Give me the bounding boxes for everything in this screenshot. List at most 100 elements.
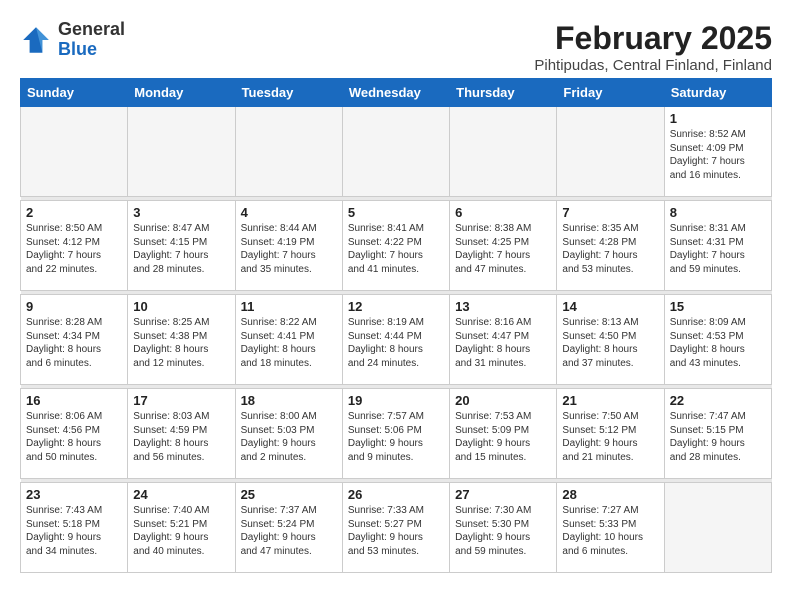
calendar-day: 3Sunrise: 8:47 AM Sunset: 4:15 PM Daylig… — [128, 201, 235, 291]
day-info: Sunrise: 7:50 AM Sunset: 5:12 PM Dayligh… — [562, 410, 658, 464]
calendar-day: 14 Sunrise: 8:13 AM Sunset: 4:50 PM Dayli… — [557, 295, 664, 385]
calendar-day: 4 Sunrise: 8:44 AM Sunset: 4:19 PM Daylig… — [235, 201, 342, 291]
day-number: 26 — [348, 487, 444, 502]
day-info: Sunrise: 8:16 AM Sunset: 4:47 PM Dayligh… — [455, 316, 551, 370]
calendar-day — [342, 107, 449, 197]
calendar-day: 26 Sunrise: 7:33 AM Sunset: 5:27 PM Dayli… — [342, 483, 449, 573]
calendar-header-saturday: Saturday — [664, 79, 771, 107]
day-info: Sunrise: 8:31 AM Sunset: 4:31 PM Dayligh… — [670, 222, 766, 276]
day-number: 19 — [348, 393, 444, 408]
day-number: 21 — [562, 393, 658, 408]
calendar-header-monday: Monday — [128, 79, 235, 107]
logo-text: General Blue — [58, 20, 125, 60]
day-number: 18 — [241, 393, 337, 408]
calendar-week-1: 1 Sunrise: 8:52 AM Sunset: 4:09 PM Daylig… — [21, 107, 772, 197]
day-number: 10 — [133, 299, 229, 314]
calendar-day: 13 Sunrise: 8:16 AM Sunset: 4:47 PM Dayli… — [450, 295, 557, 385]
calendar-day: 25 Sunrise: 7:37 AM Sunset: 5:24 PM Dayli… — [235, 483, 342, 573]
calendar-header-friday: Friday — [557, 79, 664, 107]
day-number: 24 — [133, 487, 229, 502]
calendar-day: 17 Sunrise: 8:03 AM Sunset: 4:59 PM Dayli… — [128, 389, 235, 479]
calendar-day: 21 Sunrise: 7:50 AM Sunset: 5:12 PM Dayli… — [557, 389, 664, 479]
calendar-day: 19 Sunrise: 7:57 AM Sunset: 5:06 PM Dayli… — [342, 389, 449, 479]
day-info: Sunrise: 7:57 AM Sunset: 5:06 PM Dayligh… — [348, 410, 444, 464]
calendar-day: 24 Sunrise: 7:40 AM Sunset: 5:21 PM Dayli… — [128, 483, 235, 573]
day-info: Sunrise: 7:30 AM Sunset: 5:30 PM Dayligh… — [455, 504, 551, 558]
day-info: Sunrise: 8:06 AM Sunset: 4:56 PM Dayligh… — [26, 410, 122, 464]
calendar-day — [557, 107, 664, 197]
calendar-day — [235, 107, 342, 197]
day-number: 11 — [241, 299, 337, 314]
day-number: 28 — [562, 487, 658, 502]
day-info: Sunrise: 8:09 AM Sunset: 4:53 PM Dayligh… — [670, 316, 766, 370]
day-info: Sunrise: 7:47 AM Sunset: 5:15 PM Dayligh… — [670, 410, 766, 464]
calendar-week-3: 9 Sunrise: 8:28 AM Sunset: 4:34 PM Daylig… — [21, 295, 772, 385]
calendar-day: 18 Sunrise: 8:00 AM Sunset: 5:03 PM Dayli… — [235, 389, 342, 479]
day-number: 25 — [241, 487, 337, 502]
day-number: 5 — [348, 205, 444, 220]
calendar: SundayMondayTuesdayWednesdayThursdayFrid… — [20, 78, 772, 573]
calendar-day — [128, 107, 235, 197]
day-number: 27 — [455, 487, 551, 502]
main-title: February 2025 — [534, 20, 772, 57]
day-number: 2 — [26, 205, 122, 220]
day-info: Sunrise: 8:19 AM Sunset: 4:44 PM Dayligh… — [348, 316, 444, 370]
calendar-day: 5Sunrise: 8:41 AM Sunset: 4:22 PM Daylig… — [342, 201, 449, 291]
calendar-day: 11Sunrise: 8:22 AM Sunset: 4:41 PM Dayli… — [235, 295, 342, 385]
header: General Blue February 2025 Pihtipudas, C… — [20, 20, 772, 74]
day-number: 12 — [348, 299, 444, 314]
day-number: 20 — [455, 393, 551, 408]
day-number: 16 — [26, 393, 122, 408]
calendar-day: 22 Sunrise: 7:47 AM Sunset: 5:15 PM Dayli… — [664, 389, 771, 479]
day-number: 7 — [562, 205, 658, 220]
day-info: Sunrise: 8:03 AM Sunset: 4:59 PM Dayligh… — [133, 410, 229, 464]
day-info: Sunrise: 7:43 AM Sunset: 5:18 PM Dayligh… — [26, 504, 122, 558]
day-info: Sunrise: 8:52 AM Sunset: 4:09 PM Dayligh… — [670, 128, 766, 182]
day-number: 22 — [670, 393, 766, 408]
day-info: Sunrise: 8:50 AM Sunset: 4:12 PM Dayligh… — [26, 222, 122, 276]
day-info: Sunrise: 7:40 AM Sunset: 5:21 PM Dayligh… — [133, 504, 229, 558]
day-info: Sunrise: 8:28 AM Sunset: 4:34 PM Dayligh… — [26, 316, 122, 370]
day-info: Sunrise: 8:13 AM Sunset: 4:50 PM Dayligh… — [562, 316, 658, 370]
calendar-day: 28Sunrise: 7:27 AM Sunset: 5:33 PM Dayli… — [557, 483, 664, 573]
calendar-header-row: SundayMondayTuesdayWednesdayThursdayFrid… — [21, 79, 772, 107]
calendar-day: 1 Sunrise: 8:52 AM Sunset: 4:09 PM Daylig… — [664, 107, 771, 197]
day-number: 15 — [670, 299, 766, 314]
day-number: 14 — [562, 299, 658, 314]
calendar-day: 2 Sunrise: 8:50 AM Sunset: 4:12 PM Daylig… — [21, 201, 128, 291]
calendar-week-2: 2 Sunrise: 8:50 AM Sunset: 4:12 PM Daylig… — [21, 201, 772, 291]
calendar-day: 16 Sunrise: 8:06 AM Sunset: 4:56 PM Dayli… — [21, 389, 128, 479]
logo: General Blue — [20, 20, 125, 60]
calendar-header-thursday: Thursday — [450, 79, 557, 107]
calendar-header-sunday: Sunday — [21, 79, 128, 107]
calendar-week-5: 23 Sunrise: 7:43 AM Sunset: 5:18 PM Dayli… — [21, 483, 772, 573]
day-number: 17 — [133, 393, 229, 408]
calendar-header-tuesday: Tuesday — [235, 79, 342, 107]
calendar-day: 8 Sunrise: 8:31 AM Sunset: 4:31 PM Daylig… — [664, 201, 771, 291]
day-number: 13 — [455, 299, 551, 314]
day-number: 4 — [241, 205, 337, 220]
day-info: Sunrise: 7:37 AM Sunset: 5:24 PM Dayligh… — [241, 504, 337, 558]
calendar-day: 20Sunrise: 7:53 AM Sunset: 5:09 PM Dayli… — [450, 389, 557, 479]
day-info: Sunrise: 8:25 AM Sunset: 4:38 PM Dayligh… — [133, 316, 229, 370]
day-info: Sunrise: 8:00 AM Sunset: 5:03 PM Dayligh… — [241, 410, 337, 464]
day-info: Sunrise: 8:47 AM Sunset: 4:15 PM Dayligh… — [133, 222, 229, 276]
calendar-header-wednesday: Wednesday — [342, 79, 449, 107]
day-number: 1 — [670, 111, 766, 126]
day-info: Sunrise: 7:33 AM Sunset: 5:27 PM Dayligh… — [348, 504, 444, 558]
calendar-day: 23 Sunrise: 7:43 AM Sunset: 5:18 PM Dayli… — [21, 483, 128, 573]
subtitle: Pihtipudas, Central Finland, Finland — [534, 57, 772, 74]
calendar-day: 10 Sunrise: 8:25 AM Sunset: 4:38 PM Dayli… — [128, 295, 235, 385]
day-number: 6 — [455, 205, 551, 220]
calendar-day: 7 Sunrise: 8:35 AM Sunset: 4:28 PM Daylig… — [557, 201, 664, 291]
logo-general-label: General — [58, 20, 125, 40]
logo-icon — [20, 24, 52, 56]
day-number: 9 — [26, 299, 122, 314]
day-number: 8 — [670, 205, 766, 220]
calendar-day — [664, 483, 771, 573]
day-info: Sunrise: 8:35 AM Sunset: 4:28 PM Dayligh… — [562, 222, 658, 276]
title-section: February 2025 Pihtipudas, Central Finlan… — [534, 20, 772, 74]
day-info: Sunrise: 8:44 AM Sunset: 4:19 PM Dayligh… — [241, 222, 337, 276]
day-number: 23 — [26, 487, 122, 502]
calendar-day: 15 Sunrise: 8:09 AM Sunset: 4:53 PM Dayli… — [664, 295, 771, 385]
